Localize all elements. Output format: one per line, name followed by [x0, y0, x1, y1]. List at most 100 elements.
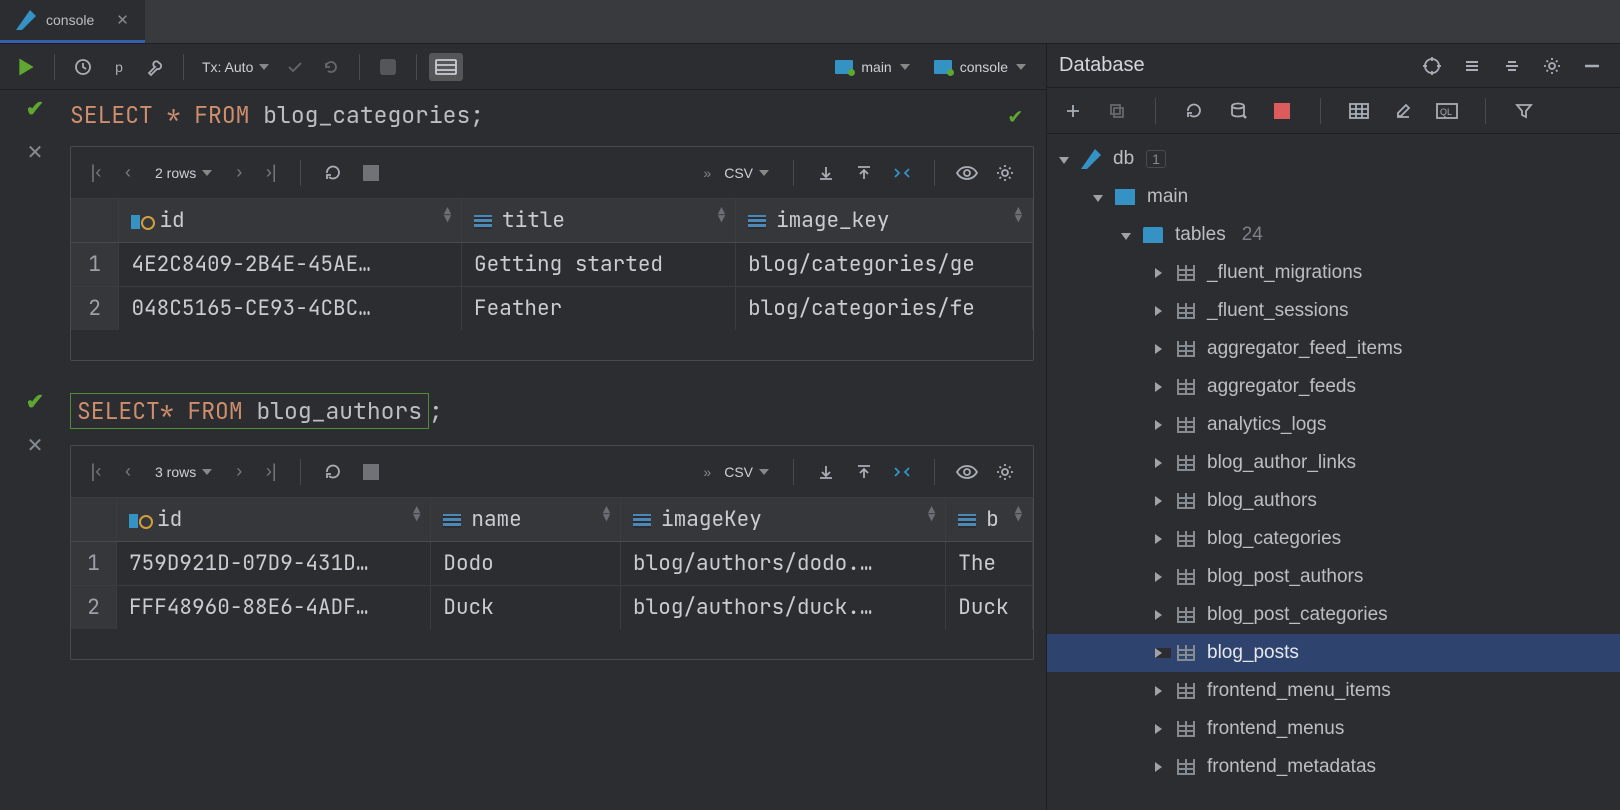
database-tree[interactable]: db 1 main tables 24 _fluent_migrations _…	[1047, 134, 1620, 810]
last-page-icon[interactable]: ›|	[260, 162, 282, 183]
column-header[interactable]: imageKey▲▼	[621, 498, 946, 542]
compare-button[interactable]	[888, 458, 916, 486]
tree-table-node[interactable]: blog_post_categories	[1047, 596, 1620, 634]
chevron-right-icon[interactable]	[1155, 344, 1171, 354]
export-format[interactable]: CSV	[724, 464, 769, 480]
sort-icon[interactable]: ▲▼	[1015, 207, 1022, 223]
close-icon[interactable]: ✕	[116, 11, 129, 29]
collapse-button[interactable]	[1496, 50, 1528, 82]
tree-db-node[interactable]: db 1	[1047, 140, 1620, 178]
chevron-right-icon[interactable]	[1155, 382, 1171, 392]
prev-page-icon[interactable]: ‹	[117, 162, 139, 183]
tree-table-node[interactable]: blog_authors	[1047, 482, 1620, 520]
console-selector[interactable]: console	[934, 59, 1026, 75]
history-button[interactable]	[67, 51, 99, 83]
chevron-right-icon[interactable]	[1155, 496, 1171, 506]
sort-icon[interactable]: ▲▼	[718, 207, 725, 223]
cell[interactable]: 048C5165-CE93-4CBC…	[119, 287, 462, 331]
table-row[interactable]: 2048C5165-CE93-4CBC…Featherblog/categori…	[71, 287, 1033, 331]
cell[interactable]: Dodo	[431, 542, 621, 586]
tx-mode[interactable]: Tx: Auto	[202, 59, 269, 75]
tree-table-node[interactable]: _fluent_sessions	[1047, 292, 1620, 330]
filter-button[interactable]	[1510, 97, 1538, 125]
sql-statement[interactable]: SELECT * FROM blog_categories;✔	[70, 96, 1034, 142]
compare-button[interactable]	[888, 159, 916, 187]
table-row[interactable]: 1759D921D-07D9-431D…Dodoblog/authors/dod…	[71, 542, 1033, 586]
editor-body[interactable]: ✔ ✕ SELECT * FROM blog_categories;✔ |‹ ‹…	[0, 90, 1046, 810]
last-page-icon[interactable]: ›|	[260, 461, 282, 482]
reload-button[interactable]	[319, 458, 347, 486]
next-page-icon[interactable]: ›	[228, 461, 250, 482]
row-count[interactable]: 3 rows	[155, 464, 212, 480]
commit-button[interactable]	[279, 51, 311, 83]
stop-conn-button[interactable]	[1268, 97, 1296, 125]
prev-page-icon[interactable]: ‹	[117, 461, 139, 482]
run-button[interactable]	[10, 51, 42, 83]
stop-button[interactable]	[372, 51, 404, 83]
chevron-right-icon[interactable]	[1155, 306, 1171, 316]
chevron-right-icon[interactable]	[1155, 686, 1171, 696]
refresh-button[interactable]	[1180, 97, 1208, 125]
chevron-down-icon[interactable]	[1121, 224, 1137, 246]
view-button[interactable]	[953, 458, 981, 486]
import-button[interactable]	[812, 159, 840, 187]
cell[interactable]: Feather	[462, 287, 736, 331]
chevron-right-icon[interactable]	[1155, 572, 1171, 582]
tree-schema-node[interactable]: main	[1047, 178, 1620, 216]
export-button[interactable]	[850, 458, 878, 486]
cell[interactable]: blog/authors/dodo.…	[621, 542, 946, 586]
reload-button[interactable]	[319, 159, 347, 187]
column-header[interactable]: id▲▼	[117, 498, 431, 542]
export-format[interactable]: CSV	[724, 165, 769, 181]
column-header[interactable]: b▲▼	[946, 498, 1033, 542]
settings-button[interactable]	[1536, 50, 1568, 82]
tree-table-node[interactable]: frontend_menus	[1047, 710, 1620, 748]
column-header[interactable]: image_key▲▼	[736, 199, 1033, 243]
cell[interactable]: 759D921D-07D9-431D…	[117, 542, 431, 586]
stop-button[interactable]	[357, 159, 385, 187]
output-mode-button[interactable]	[429, 53, 463, 81]
more-icon[interactable]: »	[703, 165, 708, 181]
cell[interactable]: FFF48960-88E6-4ADF…	[117, 586, 431, 630]
tab-console[interactable]: console ✕	[0, 0, 145, 43]
more-icon[interactable]: »	[703, 464, 708, 480]
cell[interactable]: blog/categories/ge	[736, 243, 1033, 287]
column-header[interactable]: title▲▼	[462, 199, 736, 243]
cell[interactable]: blog/authors/duck.…	[621, 586, 946, 630]
tree-tables-node[interactable]: tables 24	[1047, 216, 1620, 254]
chevron-right-icon[interactable]	[1155, 724, 1171, 734]
minimize-button[interactable]	[1576, 50, 1608, 82]
chevron-right-icon[interactable]	[1155, 534, 1171, 544]
cell[interactable]: blog/categories/fe	[736, 287, 1033, 331]
wrench-button[interactable]	[139, 51, 171, 83]
settings-button[interactable]	[991, 458, 1019, 486]
sort-icon[interactable]: ▲▼	[413, 506, 420, 522]
export-button[interactable]	[850, 159, 878, 187]
chevron-down-icon[interactable]	[1093, 186, 1109, 208]
table-row[interactable]: 2FFF48960-88E6-4ADF…Duckblog/authors/duc…	[71, 586, 1033, 630]
cell[interactable]: Duck	[431, 586, 621, 630]
cell[interactable]: The	[946, 542, 1033, 586]
column-header[interactable]: name▲▼	[431, 498, 621, 542]
expand-button[interactable]	[1456, 50, 1488, 82]
sort-icon[interactable]: ▲▼	[1015, 506, 1022, 522]
view-button[interactable]	[953, 159, 981, 187]
tree-table-node[interactable]: blog_author_links	[1047, 444, 1620, 482]
tree-table-node[interactable]: aggregator_feeds	[1047, 368, 1620, 406]
tree-table-node[interactable]: aggregator_feed_items	[1047, 330, 1620, 368]
cell[interactable]: Duck	[946, 586, 1033, 630]
first-page-icon[interactable]: |‹	[85, 461, 107, 482]
edit-button[interactable]	[1389, 97, 1417, 125]
tree-table-node[interactable]: blog_post_authors	[1047, 558, 1620, 596]
tree-table-node[interactable]: frontend_menu_items	[1047, 672, 1620, 710]
chevron-right-icon[interactable]	[1155, 610, 1171, 620]
sort-icon[interactable]: ▲▼	[928, 506, 935, 522]
chevron-right-icon[interactable]	[1155, 458, 1171, 468]
playground-button[interactable]: p	[103, 51, 135, 83]
row-count[interactable]: 2 rows	[155, 165, 212, 181]
chevron-right-icon[interactable]	[1155, 762, 1171, 772]
target-button[interactable]	[1416, 50, 1448, 82]
cell[interactable]: Getting started	[462, 243, 736, 287]
sync-button[interactable]	[1224, 97, 1252, 125]
schema-selector[interactable]: main	[835, 59, 909, 75]
